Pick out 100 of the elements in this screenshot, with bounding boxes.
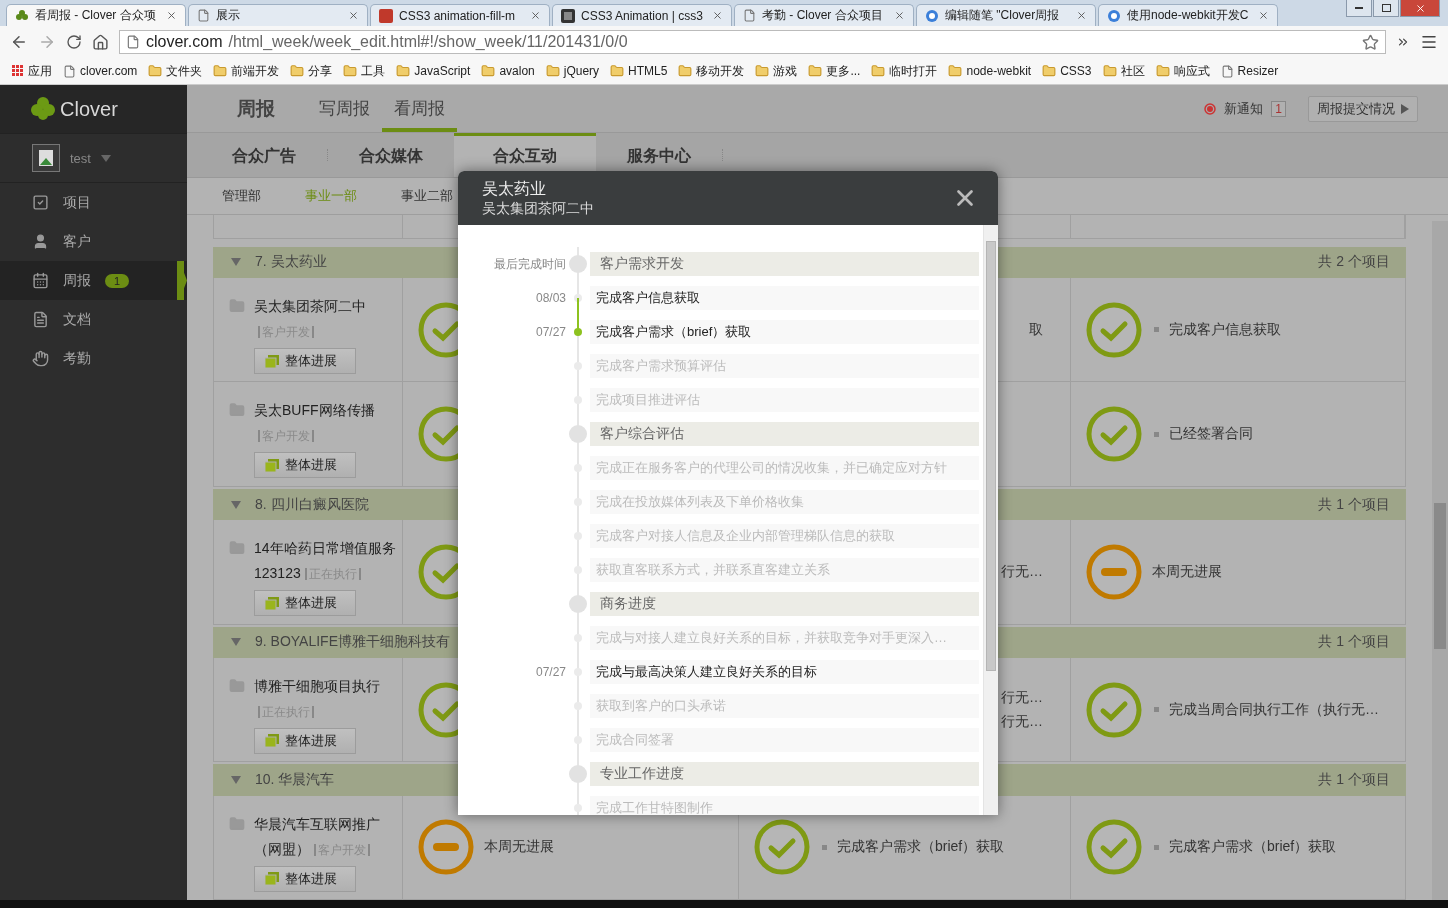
stage-header: 商务进度 (590, 592, 979, 616)
browser-tab[interactable]: CSS3 Animation | css3 (552, 4, 732, 26)
folder-icon (396, 64, 411, 78)
company-tab[interactable]: 合众广告 (201, 133, 327, 177)
timeline-dot (569, 595, 587, 613)
bookmark[interactable]: avalon (481, 64, 535, 78)
stage-header: 客户需求开发 (590, 252, 979, 276)
progress-text: 完成客户需求（brief）获取 (1169, 838, 1337, 857)
folder-icon (229, 815, 245, 832)
progress-text: 已经签署合同 (1169, 425, 1253, 444)
close-icon[interactable] (894, 10, 905, 21)
department-tab[interactable]: 管理部 (222, 187, 261, 205)
minimize-icon (1355, 6, 1363, 10)
bookmark[interactable]: 工具 (343, 62, 386, 80)
task-item: 获取直客联系方式，并联系直客建立关系 (590, 558, 979, 582)
notice-link[interactable]: 新通知 (1224, 99, 1264, 118)
stack-icon (265, 734, 279, 748)
nav-item[interactable]: 项目 (0, 183, 187, 222)
nav-item[interactable]: 客户 (0, 222, 187, 261)
folder-icon (1155, 64, 1170, 78)
browser-tab[interactable]: 考勤 - Clover 合众项目 (734, 4, 914, 26)
header-tab[interactable]: 写周报 (307, 85, 382, 132)
nav-item[interactable]: 文档 (0, 300, 187, 339)
bookmark[interactable]: 文件夹 (148, 62, 203, 80)
bookmark[interactable]: 临时打开 (871, 62, 938, 80)
bookmark[interactable]: jQuery (545, 64, 600, 78)
overall-progress-button[interactable]: 整体进展 (254, 348, 356, 375)
maximize-button[interactable] (1373, 0, 1399, 17)
reload-icon[interactable] (66, 34, 82, 50)
folder-icon (229, 677, 245, 694)
globe-icon (1107, 8, 1121, 23)
close-icon[interactable] (166, 10, 177, 21)
overall-progress-button[interactable]: 整体进展 (254, 452, 356, 479)
page-scrollbar[interactable] (1432, 221, 1448, 900)
more-icon[interactable] (1396, 35, 1410, 49)
nav-item[interactable]: 考勤 (0, 339, 187, 378)
folder-icon (213, 64, 228, 78)
browser-tab[interactable]: 展示 (188, 4, 368, 26)
folder-icon (678, 64, 693, 78)
progress-text: 本周无进展 (484, 838, 554, 857)
browser-tab[interactable]: CSS3 animation-fill-m (370, 4, 550, 26)
bullet-icon (1154, 844, 1159, 850)
company-tab[interactable]: 合众媒体 (328, 133, 454, 177)
bookmark[interactable]: JavaScript (396, 64, 471, 78)
bookmark[interactable]: CSS3 (1042, 64, 1092, 78)
bookmark[interactable]: HTML5 (610, 64, 668, 78)
task-item: 完成客户信息获取 (590, 286, 979, 310)
minimize-button[interactable] (1346, 0, 1372, 17)
overall-progress-button[interactable]: 整体进展 (254, 727, 356, 754)
address-field[interactable]: clover.com /html_week/week_edit.html#!/show_week/11/201431/0/0 (119, 30, 1386, 54)
page-title: 周报 (237, 96, 275, 121)
bookmark[interactable]: 移动开发 (678, 62, 745, 80)
dialog-scrollbar[interactable] (983, 225, 998, 815)
menu-icon[interactable] (1420, 33, 1438, 51)
bookmark[interactable]: clover.com (63, 64, 138, 78)
bookmark[interactable]: 游戏 (755, 62, 798, 80)
folder-icon (148, 64, 163, 78)
nav-item[interactable]: 周报 1 (0, 261, 187, 300)
bookmark[interactable]: 分享 (290, 62, 333, 80)
close-icon[interactable] (1076, 10, 1087, 21)
bookmark[interactable]: node-webkit (948, 64, 1032, 78)
dialog-title: 吴太药业 (482, 178, 547, 199)
page-icon (1220, 64, 1234, 78)
department-tab[interactable]: 事业二部 (401, 187, 453, 205)
close-icon[interactable] (1258, 10, 1269, 21)
stage-header: 专业工作进度 (590, 762, 979, 786)
caret-icon[interactable] (100, 154, 111, 162)
bookmark[interactable]: 响应式 (1155, 62, 1210, 80)
bookmark[interactable]: 前端开发 (213, 62, 280, 80)
completion-date: 07/27 (534, 325, 566, 339)
overall-progress-button[interactable]: 整体进展 (254, 865, 356, 892)
report-status-button[interactable]: 周报提交情况 (1308, 95, 1418, 122)
close-icon[interactable] (530, 10, 541, 21)
back-icon[interactable] (10, 33, 28, 51)
progress-text: 行无… (1001, 712, 1043, 731)
folder-icon (871, 64, 886, 78)
maximize-icon (1381, 4, 1391, 12)
user-name[interactable]: test (70, 150, 91, 166)
folder-icon (229, 298, 245, 315)
close-icon[interactable] (712, 10, 723, 21)
bookmark[interactable]: 更多... (808, 62, 861, 80)
apps-icon (12, 65, 24, 77)
logo-text: Clover (60, 97, 118, 121)
browser-tab[interactable]: 编辑随笔 "Clover周报 (916, 4, 1096, 26)
home-icon[interactable] (92, 33, 109, 51)
stage-header: 客户综合评估 (590, 422, 979, 446)
avatar[interactable] (32, 144, 60, 172)
bookmark[interactable]: 社区 (1102, 62, 1145, 80)
bookmark[interactable]: Resizer (1220, 64, 1279, 78)
folder-icon (343, 64, 358, 78)
progress-text: 本周无进展 (1152, 562, 1222, 581)
close-icon[interactable] (348, 10, 359, 21)
project-count: 共 1 个项目 (1318, 495, 1390, 514)
user-icon (32, 233, 49, 250)
browser-tab[interactable]: 看周报 - Clover 合众项 (6, 4, 186, 26)
bookmark[interactable]: 应用 (12, 62, 52, 80)
browser-tab[interactable]: 使用node-webkit开发C (1098, 4, 1278, 26)
star-icon[interactable] (1362, 33, 1379, 51)
notice-count: 1 (1271, 100, 1286, 117)
overall-progress-button[interactable]: 整体进展 (254, 590, 356, 617)
